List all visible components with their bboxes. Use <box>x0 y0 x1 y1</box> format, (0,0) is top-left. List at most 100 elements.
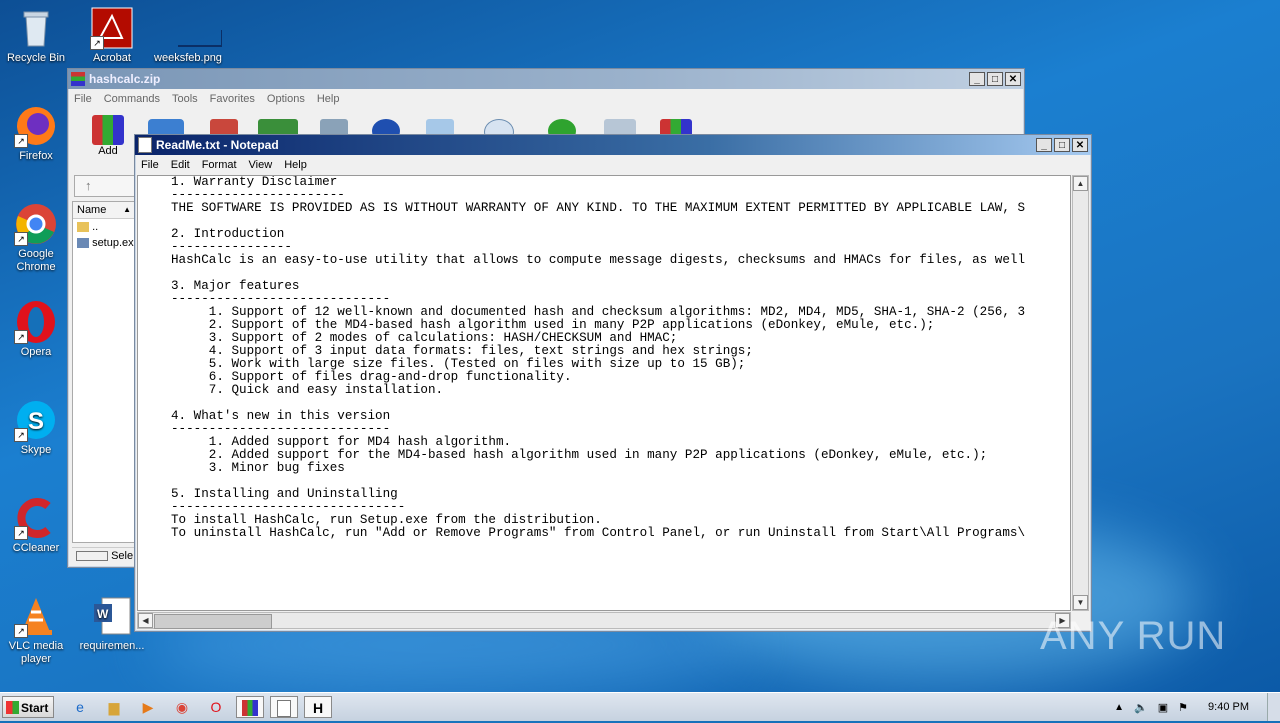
volume-icon[interactable]: 🔈 <box>1134 701 1148 714</box>
maximize-button[interactable]: □ <box>987 72 1003 86</box>
folder-icon <box>77 222 89 233</box>
winrar-filelist: Name ▲ .. setup.ex <box>72 201 136 543</box>
winrar-app-icon <box>71 72 85 86</box>
desktop-icon-vlc[interactable]: ↗ VLC media player <box>0 594 72 666</box>
menu-file[interactable]: File <box>135 159 165 171</box>
shortcut-arrow-icon: ↗ <box>14 624 28 638</box>
word-document-icon: W <box>90 594 134 638</box>
scroll-left-arrow-icon[interactable]: ◀ <box>138 613 153 628</box>
system-tray: ▲ 🔈 ▣ ⚑ 9:40 PM <box>1114 693 1280 721</box>
file-row[interactable]: .. <box>73 219 135 235</box>
menu-help[interactable]: Help <box>311 93 346 105</box>
start-label: Start <box>21 701 49 715</box>
document-content: 1. Warranty Disclaimer -----------------… <box>171 175 1025 540</box>
desktop-icon-label: requiremen... <box>79 640 145 652</box>
desktop-icon-label: Skype <box>20 444 52 456</box>
menu-view[interactable]: View <box>243 159 279 171</box>
add-button[interactable]: Add <box>90 115 126 157</box>
scroll-down-arrow-icon[interactable]: ▼ <box>1073 595 1088 610</box>
notepad-icon <box>277 700 291 717</box>
notepad-app-icon <box>138 137 152 153</box>
chrome-icon: ↗ <box>14 202 58 246</box>
tray-expand-icon[interactable]: ▲ <box>1114 702 1124 713</box>
media-player-icon[interactable]: ▶ <box>134 696 162 718</box>
close-button[interactable]: ✕ <box>1005 72 1021 86</box>
show-desktop-button[interactable] <box>1267 693 1280 721</box>
menu-format[interactable]: Format <box>196 159 243 171</box>
file-explorer-icon[interactable]: ▆ <box>100 696 128 718</box>
file-row[interactable]: setup.ex <box>73 235 135 251</box>
desktop-icon-label: Acrobat <box>93 52 131 64</box>
desktop-icon-weeksfeb[interactable]: weeksfeb.png <box>152 6 224 65</box>
svg-text:S: S <box>28 408 44 435</box>
desktop-icon-acrobat[interactable]: ↗ Acrobat <box>76 6 148 65</box>
file-name: setup.ex <box>92 237 134 249</box>
svg-text:W: W <box>97 607 109 621</box>
watermark: ANY RUN <box>1040 614 1227 658</box>
hashcalc-taskbar-button[interactable]: H <box>304 696 332 718</box>
minimize-button[interactable]: _ <box>1036 138 1052 152</box>
flag-icon[interactable]: ⚑ <box>1178 701 1188 714</box>
start-button[interactable]: Start <box>2 696 54 718</box>
desktop-icon-opera[interactable]: ↗ Opera <box>0 300 72 359</box>
ccleaner-icon: ↗ <box>14 496 58 540</box>
vertical-scrollbar[interactable]: ▲ ▼ <box>1072 175 1089 611</box>
desktop-icon-label: VLC media player <box>8 640 64 665</box>
firefox-icon: ↗ <box>14 104 58 148</box>
acrobat-icon: ↗ <box>90 6 134 50</box>
menu-commands[interactable]: Commands <box>98 93 166 105</box>
notepad-titlebar[interactable]: ReadMe.txt - Notepad _ □ ✕ <box>135 135 1091 155</box>
desktop-icon-label: Recycle Bin <box>6 52 66 64</box>
winrar-taskbar-button[interactable] <box>236 696 264 718</box>
up-arrow-icon[interactable]: ↑ <box>85 178 92 193</box>
winrar-addressbar: ↑ <box>74 175 136 197</box>
menu-file[interactable]: File <box>68 93 98 105</box>
network-icon[interactable]: ▣ <box>1158 701 1168 714</box>
add-icon <box>92 115 124 145</box>
chrome-taskbar-icon[interactable]: ◉ <box>168 696 196 718</box>
winrar-titlebar[interactable]: hashcalc.zip _ □ ✕ <box>68 69 1024 89</box>
menu-help[interactable]: Help <box>278 159 313 171</box>
desktop-icon-label: CCleaner <box>12 542 60 554</box>
minimize-button[interactable]: _ <box>969 72 985 86</box>
shortcut-arrow-icon: ↗ <box>14 330 28 344</box>
close-button[interactable]: ✕ <box>1072 138 1088 152</box>
notepad-menubar: File Edit Format View Help <box>135 155 1091 174</box>
clock[interactable]: 9:40 PM <box>1208 701 1249 713</box>
opera-taskbar-icon[interactable]: O <box>202 696 230 718</box>
desktop-icon-recycle-bin[interactable]: Recycle Bin <box>0 6 72 65</box>
horizontal-scrollbar[interactable]: ◀ ▶ <box>137 612 1071 629</box>
notepad-taskbar-button[interactable] <box>270 696 298 718</box>
scroll-up-arrow-icon[interactable]: ▲ <box>1073 176 1088 191</box>
add-label: Add <box>98 145 118 157</box>
shortcut-arrow-icon: ↗ <box>90 36 104 50</box>
desktop-icon-label: Firefox <box>19 150 53 162</box>
shortcut-arrow-icon: ↗ <box>14 428 28 442</box>
desktop-icon-firefox[interactable]: ↗ Firefox <box>0 104 72 163</box>
menu-edit[interactable]: Edit <box>165 159 196 171</box>
sort-arrow-icon: ▲ <box>123 205 131 214</box>
desktop-icon-label: weeksfeb.png <box>154 52 222 64</box>
notepad-title: ReadMe.txt - Notepad <box>156 138 279 152</box>
menu-favorites[interactable]: Favorites <box>204 93 261 105</box>
desktop-icon-ccleaner[interactable]: ↗ CCleaner <box>0 496 72 555</box>
desktop-icon-skype[interactable]: S ↗ Skype <box>0 398 72 457</box>
menu-tools[interactable]: Tools <box>166 93 204 105</box>
taskbar: Start e ▆ ▶ ◉ O H ▲ 🔈 ▣ ⚑ 9:40 PM <box>0 692 1280 721</box>
internet-explorer-icon[interactable]: e <box>66 696 94 718</box>
menu-options[interactable]: Options <box>261 93 311 105</box>
notepad-text-area[interactable]: 1. Warranty Disclaimer -----------------… <box>137 175 1071 611</box>
skype-icon: S ↗ <box>14 398 58 442</box>
column-header-name[interactable]: Name ▲ <box>73 202 135 219</box>
image-file-icon <box>166 6 223 50</box>
vlc-icon: ↗ <box>14 594 58 638</box>
desktop-icon-chrome[interactable]: ↗ Google Chrome <box>0 202 72 274</box>
drive-icon <box>76 551 108 562</box>
notepad-window: ReadMe.txt - Notepad _ □ ✕ File Edit For… <box>134 134 1092 632</box>
desktop-icon-label: Opera <box>20 346 52 358</box>
shortcut-arrow-icon: ↗ <box>14 134 28 148</box>
maximize-button[interactable]: □ <box>1054 138 1070 152</box>
winrar-menubar: File Commands Tools Favorites Options He… <box>68 89 1024 108</box>
horizontal-scroll-thumb[interactable] <box>154 614 272 629</box>
exe-file-icon <box>77 238 89 249</box>
